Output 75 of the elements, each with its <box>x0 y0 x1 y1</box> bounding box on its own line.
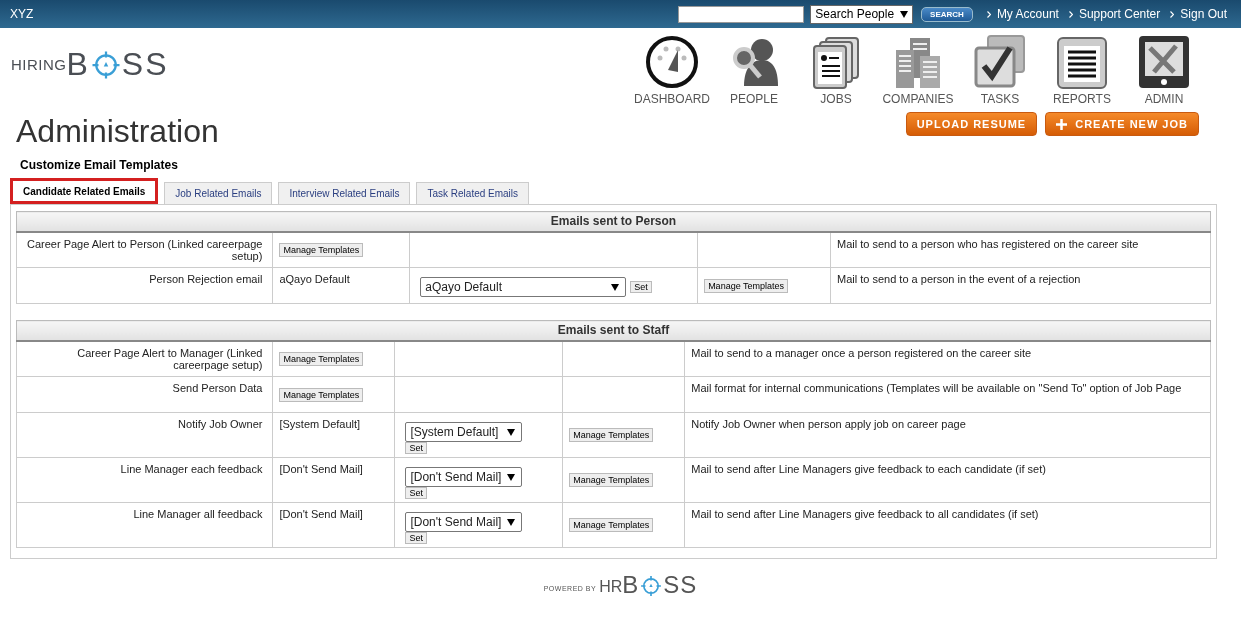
chevron-icon <box>986 10 991 18</box>
checkbox-icon <box>972 34 1028 90</box>
page-title: Administration <box>16 112 219 150</box>
email-type-label: Career Page Alert to Person (Linked careerpage setup) <box>25 237 264 262</box>
brand-text: XYZ <box>10 7 35 21</box>
nav-link[interactable]: DASHBOARD <box>631 34 713 106</box>
email-type-label: Line Manager all feedback <box>132 508 264 520</box>
section-title: Customize Email Templates <box>20 157 179 174</box>
search-button[interactable]: SEARCH <box>921 6 973 22</box>
manage-templates-button[interactable]: Manage Templates <box>569 518 654 532</box>
manage-templates-button[interactable]: Manage Templates <box>279 387 364 402</box>
table-cell-text: [Don't Send Mail] <box>279 463 363 475</box>
search-field[interactable] <box>678 5 805 23</box>
table-cell-text: Mail to send after Line Managers give feedback to all candidates (if set) <box>691 508 1039 520</box>
table-cell-text: Mail to send to a manager once a person registered on the career site <box>691 346 1032 359</box>
logo-text: SS <box>121 48 169 80</box>
footer-logo-text: HR <box>599 579 623 595</box>
manage-templates-button[interactable]: Manage Templates <box>279 242 364 257</box>
footer-logo-text: SS <box>663 573 698 597</box>
manage-templates-button[interactable]: Manage Templates <box>569 428 654 442</box>
search-scope-select[interactable]: Search People <box>810 4 914 24</box>
tab[interactable]: Job Related Emails <box>164 182 273 204</box>
report-icon <box>1054 34 1110 90</box>
nav-link[interactable]: REPORTS <box>1041 34 1123 106</box>
caret-icon <box>611 283 620 291</box>
nav-link[interactable]: PEOPLE <box>713 34 795 106</box>
tab[interactable]: Task Related Emails <box>416 182 530 204</box>
set-button[interactable]: Set <box>405 442 427 454</box>
template-select[interactable]: aQayo Default <box>420 277 627 297</box>
logo-text: HIRING <box>11 56 67 73</box>
table-heading: Emails sent to Person <box>16 211 1211 232</box>
manage-templates-button[interactable]: Manage Templates <box>279 351 364 366</box>
caret-icon <box>507 473 516 481</box>
table-cell-text: [System Default] <box>279 418 361 430</box>
chevron-icon <box>1068 10 1073 18</box>
tab[interactable]: Candidate Related Emails <box>10 178 159 204</box>
caret-icon <box>507 428 516 436</box>
logo-text: B <box>66 48 90 80</box>
template-select[interactable]: [Don't Send Mail] <box>405 467 523 487</box>
caret-icon <box>900 10 909 18</box>
manage-templates-button[interactable]: Manage Templates <box>569 473 654 487</box>
chevron-icon <box>1170 10 1175 18</box>
email-type-label: Send Person Data <box>171 382 264 394</box>
table-cell-text: Mail format for internal communications (Templates will be available on "Send To" option of Job Page <box>691 382 1182 394</box>
manage-templates-button[interactable]: Manage Templates <box>704 278 788 293</box>
email-type-label: Line Manager each feedback <box>119 463 264 475</box>
email-type-label: Person Rejection email <box>148 273 264 285</box>
set-button[interactable]: Set <box>630 281 652 293</box>
table-cell-text: Mail to send to a person who has registered on the career site <box>837 237 1139 250</box>
target-icon <box>640 575 663 597</box>
set-button[interactable]: Set <box>405 532 427 544</box>
table-cell-text: Notify Job Owner when person apply job on career page <box>691 418 966 430</box>
footer-logo-text: B <box>622 573 640 597</box>
template-select[interactable]: [Don't Send Mail] <box>405 512 523 532</box>
nav-link[interactable]: COMPANIES <box>877 34 959 106</box>
email-type-label: Career Page Alert to Manager (Linked careerpage setup) <box>76 346 264 371</box>
nav-link[interactable]: TASKS <box>959 34 1041 106</box>
table-heading: Emails sent to Staff <box>16 320 1211 341</box>
top-link[interactable]: My Account <box>996 7 1059 21</box>
email-type-label: Notify Job Owner <box>177 418 264 430</box>
caret-icon <box>507 518 516 526</box>
set-button[interactable]: Set <box>405 487 427 499</box>
table-cell-text: [Don't Send Mail] <box>279 508 363 520</box>
target-icon <box>90 50 121 80</box>
top-link[interactable]: Support Center <box>1078 7 1161 21</box>
table-cell-text: Mail to send after Line Managers give feedback to each candidate (if set) <box>691 463 1046 475</box>
tab[interactable]: Interview Related Emails <box>278 182 411 204</box>
plus-icon <box>1056 118 1068 130</box>
table-cell-text: Mail to send to a person in the event of a rejection <box>837 273 1081 285</box>
gauge-icon <box>644 34 700 90</box>
table-cell-text: aQayo Default <box>279 273 350 285</box>
template-select[interactable]: [System Default] <box>405 422 523 442</box>
top-link[interactable]: Sign Out <box>1180 7 1227 21</box>
nav-link[interactable]: ADMIN <box>1123 34 1205 106</box>
nav-link[interactable]: JOBS <box>795 34 877 106</box>
